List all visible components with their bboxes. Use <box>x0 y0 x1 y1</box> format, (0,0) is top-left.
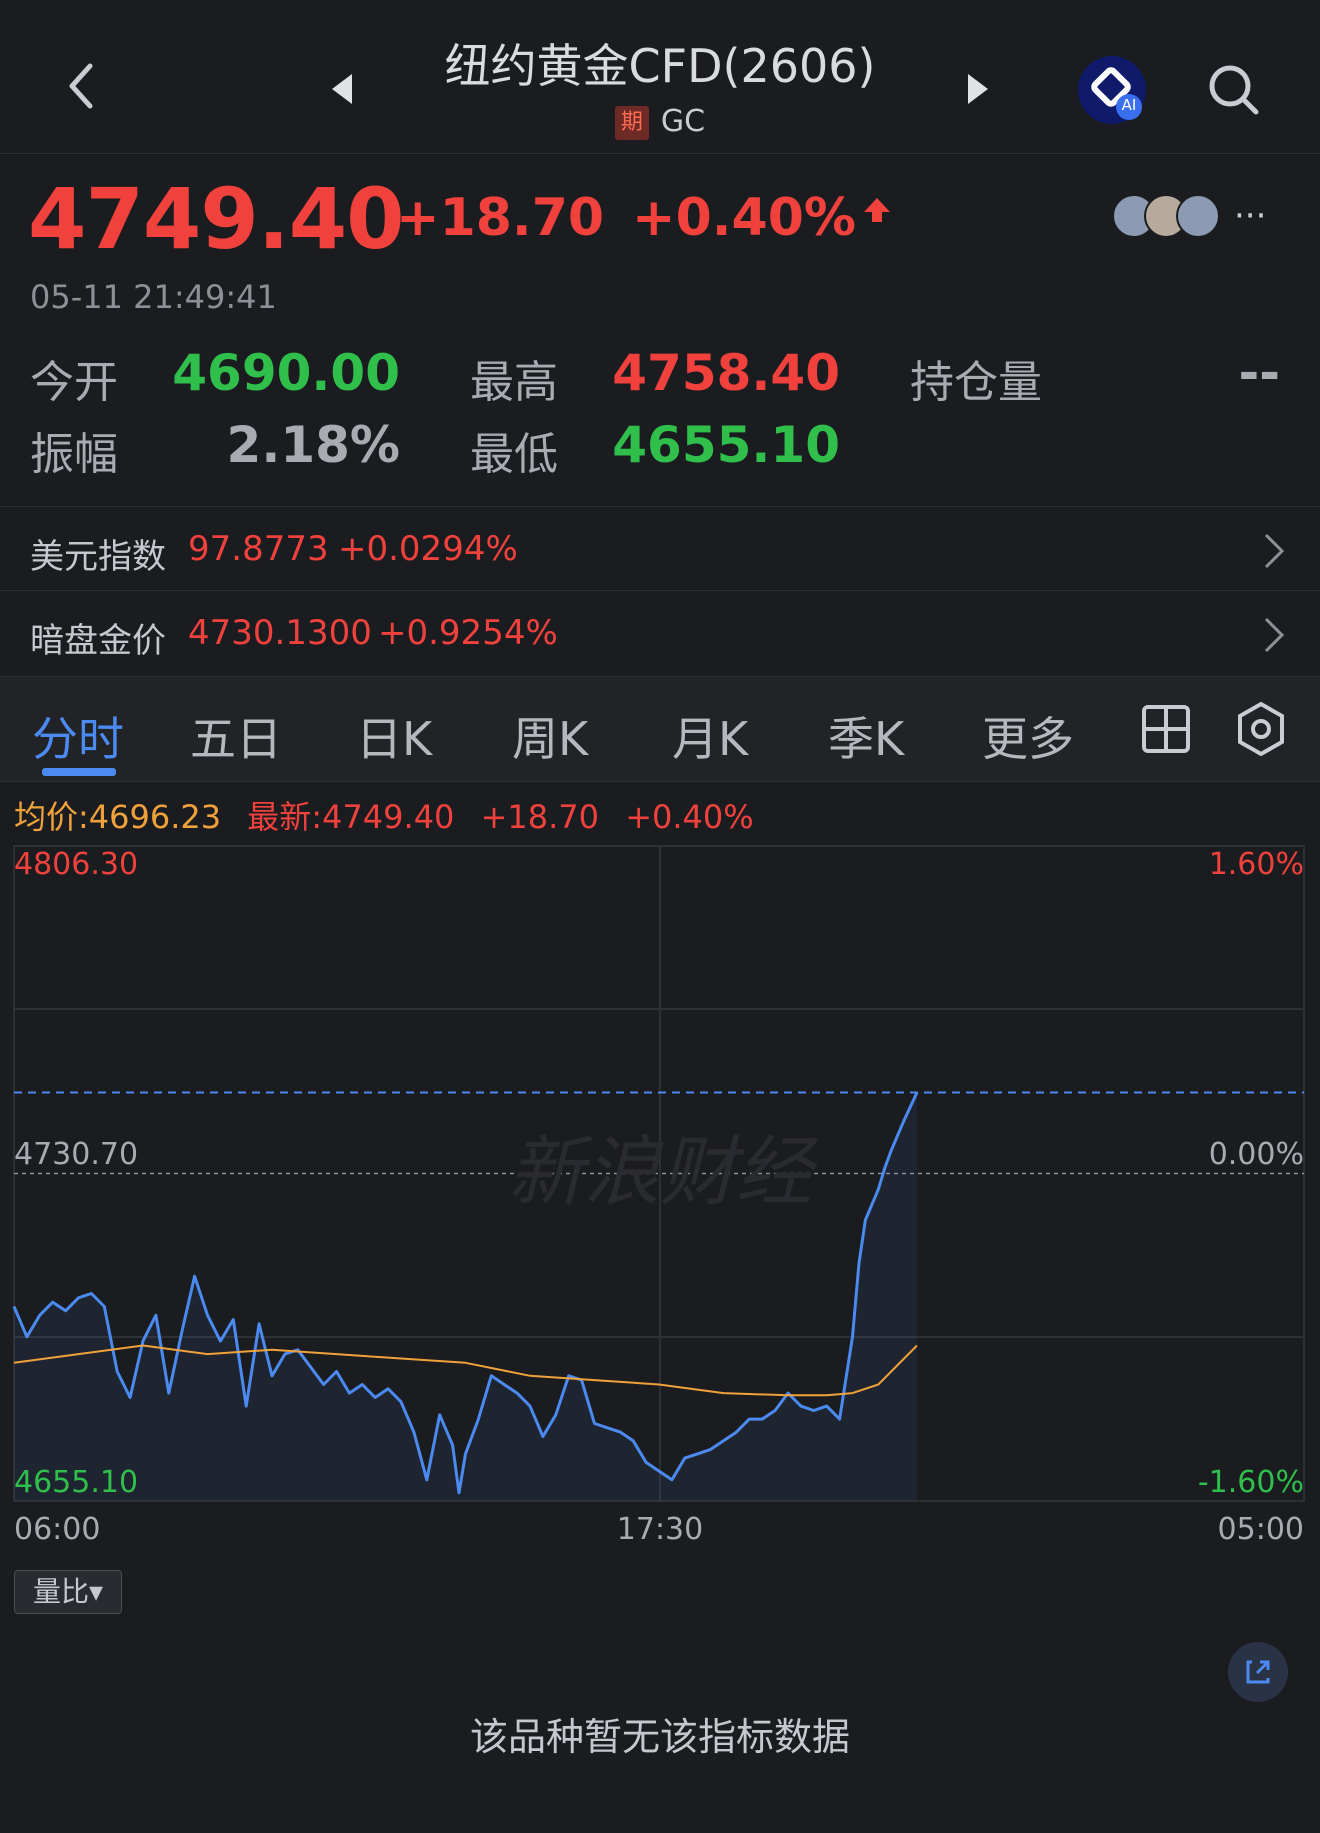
expand-button[interactable] <box>1228 1642 1288 1702</box>
intraday-chart[interactable]: 新浪财经 4806.30 4730.70 4655.10 1.60% 0.00%… <box>0 838 1320 1548</box>
more-options-button[interactable]: ··· <box>1234 196 1266 236</box>
quote-timestamp: 05-11 21:49:41 <box>30 278 277 316</box>
price-change-pct: +0.40% <box>632 188 856 248</box>
amplitude-label: 振幅 <box>30 429 118 480</box>
legend-change: +18.70 <box>480 798 600 836</box>
open-interest-value: -- <box>1238 344 1280 402</box>
amplitude-value: 2.18% <box>226 416 400 474</box>
legend-avg-price: 均价:4696.23 <box>14 798 222 836</box>
chevron-right-icon <box>1264 617 1285 653</box>
legend-pct: +0.40% <box>625 798 754 836</box>
tab-five-day[interactable]: 五日 <box>190 703 282 769</box>
instrument-code: 期 GC <box>560 104 760 140</box>
expand-icon <box>1246 1660 1270 1684</box>
chevron-right-icon <box>1264 533 1285 569</box>
settings-icon[interactable] <box>1234 701 1288 757</box>
tab-more[interactable]: 更多 <box>982 703 1074 769</box>
related-change: +0.9254% <box>378 613 558 653</box>
top-nav-bar: 纽约黄金CFD(2606) 期 GC AI <box>0 0 1320 154</box>
related-change: +0.0294% <box>338 529 518 569</box>
chart-watermark: 新浪财经 <box>508 1127 819 1216</box>
open-value: 4690.00 <box>172 344 400 402</box>
ai-label: AI <box>1121 96 1137 114</box>
x-tick-end: 05:00 <box>1218 1512 1304 1547</box>
up-arrow-icon <box>864 198 890 222</box>
low-value: 4655.10 <box>612 416 840 474</box>
ai-assistant-icon[interactable]: AI <box>1078 56 1146 124</box>
active-tab-indicator <box>42 768 116 776</box>
price-change: +18.70 <box>396 188 605 248</box>
code-label: GC <box>660 104 706 139</box>
back-icon[interactable] <box>64 60 104 112</box>
related-value: 4730.1300 <box>188 613 372 653</box>
y-tick-top: 4806.30 <box>14 847 138 882</box>
avatar <box>1176 194 1220 238</box>
futures-badge: 期 <box>614 106 649 140</box>
prev-icon[interactable] <box>328 72 358 106</box>
legend-latest-price: 最新:4749.40 <box>247 798 455 836</box>
y-tick-bottom: 4655.10 <box>14 1465 138 1500</box>
grid-icon[interactable] <box>1140 703 1192 755</box>
tab-weekly-k[interactable]: 周K <box>512 703 588 769</box>
related-label: 美元指数 <box>30 537 166 577</box>
low-label: 最低 <box>470 429 558 480</box>
tab-intraday[interactable]: 分时 <box>32 703 124 769</box>
period-tabs: 分时 五日 日K 周K 月K 季K 更多 <box>0 676 1320 782</box>
open-interest-label: 持仓量 <box>910 357 1042 408</box>
y-tick-mid: 4730.70 <box>14 1137 138 1172</box>
high-label: 最高 <box>470 357 558 408</box>
tab-monthly-k[interactable]: 月K <box>672 703 748 769</box>
indicator-empty-message: 该品种暂无该指标数据 <box>469 1715 850 1759</box>
x-tick-mid: 17:30 <box>617 1512 703 1547</box>
tab-daily-k[interactable]: 日K <box>356 703 432 769</box>
related-row-dark-pool-gold[interactable]: 暗盘金价 4730.1300 +0.9254% <box>0 590 1320 674</box>
next-icon[interactable] <box>962 72 992 106</box>
last-price: 4749.40 <box>28 170 405 268</box>
related-value: 97.8773 <box>188 529 329 569</box>
instrument-title: 纽约黄金CFD(2606) <box>444 39 876 93</box>
indicator-selector[interactable]: 量比▾ <box>14 1570 122 1614</box>
chart-legend: 均价:4696.23 最新:4749.40 +18.70 +0.40% <box>14 792 770 838</box>
high-value: 4758.40 <box>612 344 840 402</box>
pct-tick-top: 1.60% <box>1209 847 1304 882</box>
search-icon[interactable] <box>1206 62 1262 118</box>
related-label: 暗盘金价 <box>30 621 166 661</box>
tab-quarterly-k[interactable]: 季K <box>828 703 904 769</box>
x-tick-start: 06:00 <box>14 1512 100 1547</box>
open-label: 今开 <box>30 357 118 408</box>
related-row-dollar-index[interactable]: 美元指数 97.8773 +0.0294% <box>0 506 1320 590</box>
pct-tick-bottom: -1.60% <box>1198 1465 1304 1500</box>
watchers-avatars[interactable] <box>1112 194 1222 238</box>
pct-tick-mid: 0.00% <box>1209 1137 1304 1172</box>
